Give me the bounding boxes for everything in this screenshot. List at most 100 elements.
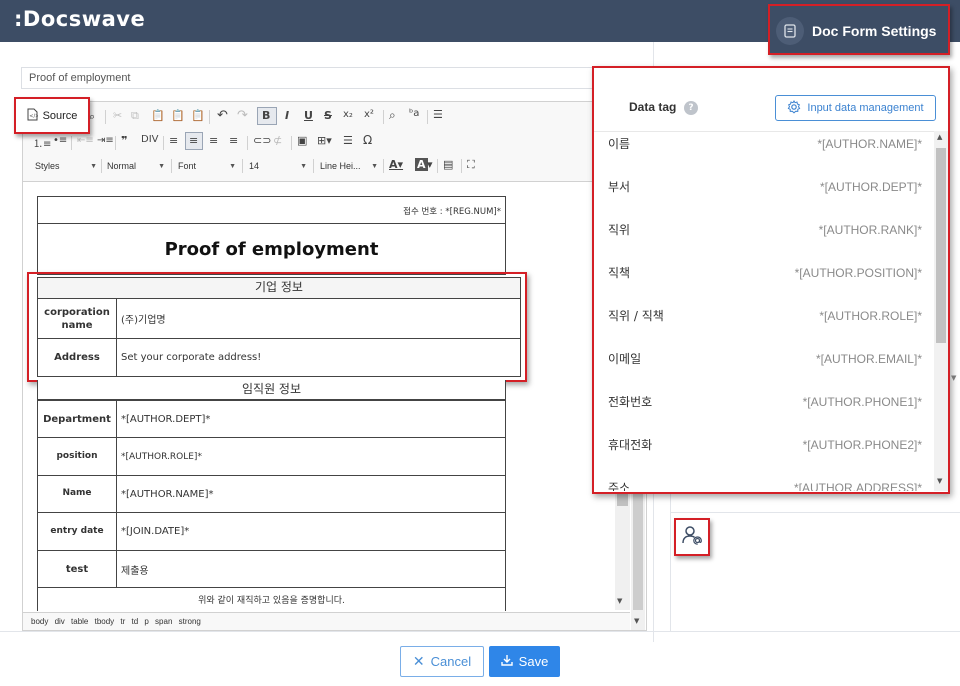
doc-form-settings-button[interactable]: Doc Form Settings: [776, 15, 944, 47]
data-tag-row[interactable]: 이메일 *[AUTHOR.EMAIL]*: [594, 337, 934, 380]
company-info-highlight: [27, 272, 527, 382]
data-tag-code: *[AUTHOR.POSITION]*: [794, 265, 922, 280]
input-data-management-label: Input data management: [807, 102, 924, 114]
text-color-icon[interactable]: A▾: [389, 158, 403, 171]
underline-icon[interactable]: U: [304, 109, 313, 122]
special-char-icon[interactable]: Ω: [363, 133, 372, 147]
horizontal-line-icon[interactable]: ☰: [343, 134, 353, 147]
blockquote-icon[interactable]: ❞: [121, 134, 127, 147]
footer-statement: 위와 같이 재직하고 있음을 증명합니다.: [198, 596, 345, 606]
toolbar-separator: [171, 159, 172, 173]
close-icon: ✕: [412, 653, 425, 669]
paste-text-icon[interactable]: 📋: [171, 109, 185, 122]
toolbar-separator: [291, 136, 292, 150]
scroll-down-icon[interactable]: ▼: [951, 374, 956, 382]
element-path-bar[interactable]: body div table tbody tr td p span strong: [23, 612, 630, 630]
cut-icon[interactable]: ✂: [113, 109, 122, 122]
copy-icon[interactable]: ⧉: [131, 109, 139, 123]
save-button[interactable]: Save: [489, 646, 560, 677]
data-tag-row[interactable]: 주소 *[AUTHOR.ADDRESS]*: [594, 466, 934, 492]
font-size-combo[interactable]: 14 ▼: [249, 158, 307, 174]
toolbar-separator: [427, 110, 428, 124]
reg-num-cell: 접수 번호 : *[REG.NUM]*: [37, 196, 506, 224]
unlink-icon[interactable]: ⊄: [273, 134, 282, 147]
styles-combo-label: Styles: [35, 161, 60, 171]
document-title-input[interactable]: Proof of employment: [21, 67, 631, 89]
format-combo[interactable]: Normal ▼: [107, 158, 165, 174]
data-tag-row[interactable]: 휴대전화 *[AUTHOR.PHONE2]*: [594, 423, 934, 466]
undo-icon[interactable]: ↶: [217, 108, 228, 123]
align-left-icon[interactable]: ≡: [169, 134, 178, 147]
docswave-logo[interactable]: :Docswave: [14, 7, 145, 31]
link-icon[interactable]: ⊂⊃: [253, 134, 271, 147]
chevron-down-icon[interactable]: ▾: [427, 158, 433, 171]
employee-row-label: entry date: [37, 512, 117, 551]
scroll-down-icon[interactable]: ▼: [634, 617, 639, 625]
align-justify-icon[interactable]: ≡: [229, 134, 238, 147]
toolbar-separator: [313, 159, 314, 173]
data-tag-row[interactable]: 직위 / 직책 *[AUTHOR.ROLE]*: [594, 294, 934, 337]
data-tag-row[interactable]: 전화번호 *[AUTHOR.PHONE1]*: [594, 380, 934, 423]
image-icon[interactable]: ▣: [297, 134, 307, 147]
data-tag-code: *[AUTHOR.ADDRESS]*: [793, 480, 922, 492]
gear-icon: [787, 99, 801, 117]
redo-icon[interactable]: ↷: [237, 108, 248, 123]
employee-row-value: *[JOIN.DATE]*: [116, 512, 506, 551]
div-container-icon[interactable]: DIV: [141, 134, 159, 145]
employee-row-label: test: [37, 550, 117, 588]
data-tag-code: *[AUTHOR.DEPT]*: [819, 179, 922, 194]
data-tag-row[interactable]: 이름 *[AUTHOR.NAME]*: [594, 132, 934, 165]
toolbar-separator: [209, 110, 210, 124]
align-right-icon[interactable]: ≡: [209, 134, 218, 147]
input-data-management-button[interactable]: Input data management: [775, 95, 936, 121]
toolbar-separator: [383, 110, 384, 124]
data-tag-code: *[AUTHOR.RANK]*: [818, 222, 922, 237]
background-color-icon[interactable]: A: [415, 158, 428, 171]
user-tag-icon: [681, 524, 703, 550]
help-icon[interactable]: ?: [684, 101, 698, 115]
scroll-down-icon[interactable]: ▼: [937, 477, 942, 485]
superscript-icon[interactable]: x²: [364, 109, 374, 120]
toolbar-separator: [163, 136, 164, 150]
scroll-down-icon[interactable]: ▼: [617, 597, 622, 605]
data-tag-name: 주소: [608, 481, 631, 491]
italic-icon[interactable]: I: [285, 109, 289, 122]
numbered-list-icon[interactable]: ⒈≡: [33, 135, 51, 150]
data-tag-scrollbar-thumb[interactable]: [936, 148, 946, 343]
content-scrollbar-thumb[interactable]: [617, 492, 628, 506]
bulleted-list-icon[interactable]: •≡: [53, 135, 67, 146]
source-button[interactable]: </> Source: [14, 97, 90, 134]
subscript-icon[interactable]: x₂: [343, 109, 353, 120]
replace-icon[interactable]: ᵇa: [409, 108, 419, 119]
editor-toolbar: ⌕ ✂ ⧉ 📋 📋 📋 ↶ ↷ B I U S x₂ x² ⌕ ᵇa ☰ ⒈≡ …: [23, 102, 646, 182]
data-tag-row[interactable]: 부서 *[AUTHOR.DEPT]*: [594, 165, 934, 208]
reg-num-text: 접수 번호 : *[REG.NUM]*: [403, 207, 501, 217]
scroll-up-icon[interactable]: ▲: [937, 133, 942, 141]
outdent-icon[interactable]: ⇤≡: [77, 135, 94, 146]
data-tag-name: 직위: [608, 223, 631, 237]
user-tag-button[interactable]: [674, 518, 710, 556]
font-combo-label: Font: [178, 161, 197, 171]
data-tag-name: 직책: [608, 266, 631, 280]
line-height-combo[interactable]: Line Hei... ▼: [320, 158, 378, 174]
paste-word-icon[interactable]: 📋: [191, 109, 205, 122]
strike-icon[interactable]: S: [324, 109, 332, 122]
cancel-label: Cancel: [430, 654, 472, 669]
cancel-button[interactable]: ✕ Cancel: [400, 646, 484, 677]
table-icon[interactable]: ⊞▾: [317, 134, 332, 147]
toolbar-separator: [71, 136, 72, 150]
data-tag-row[interactable]: 직책 *[AUTHOR.POSITION]*: [594, 251, 934, 294]
data-tag-row[interactable]: 직위 *[AUTHOR.RANK]*: [594, 208, 934, 251]
show-blocks-icon[interactable]: ▤: [443, 158, 453, 171]
font-combo[interactable]: Font ▼: [178, 158, 236, 174]
toolbar-separator: [242, 159, 243, 173]
maximize-icon[interactable]: ⛶: [467, 158, 475, 172]
page-break-icon[interactable]: ☰: [433, 108, 443, 121]
paste-icon[interactable]: 📋: [151, 109, 165, 122]
find-icon[interactable]: ⌕: [389, 108, 396, 123]
toolbar-separator: [101, 159, 102, 173]
styles-combo[interactable]: Styles ▼: [35, 158, 97, 174]
indent-icon[interactable]: ⇥≡: [97, 135, 114, 146]
data-tag-name: 휴대전화: [608, 438, 653, 452]
toolbar-separator: [461, 159, 462, 173]
